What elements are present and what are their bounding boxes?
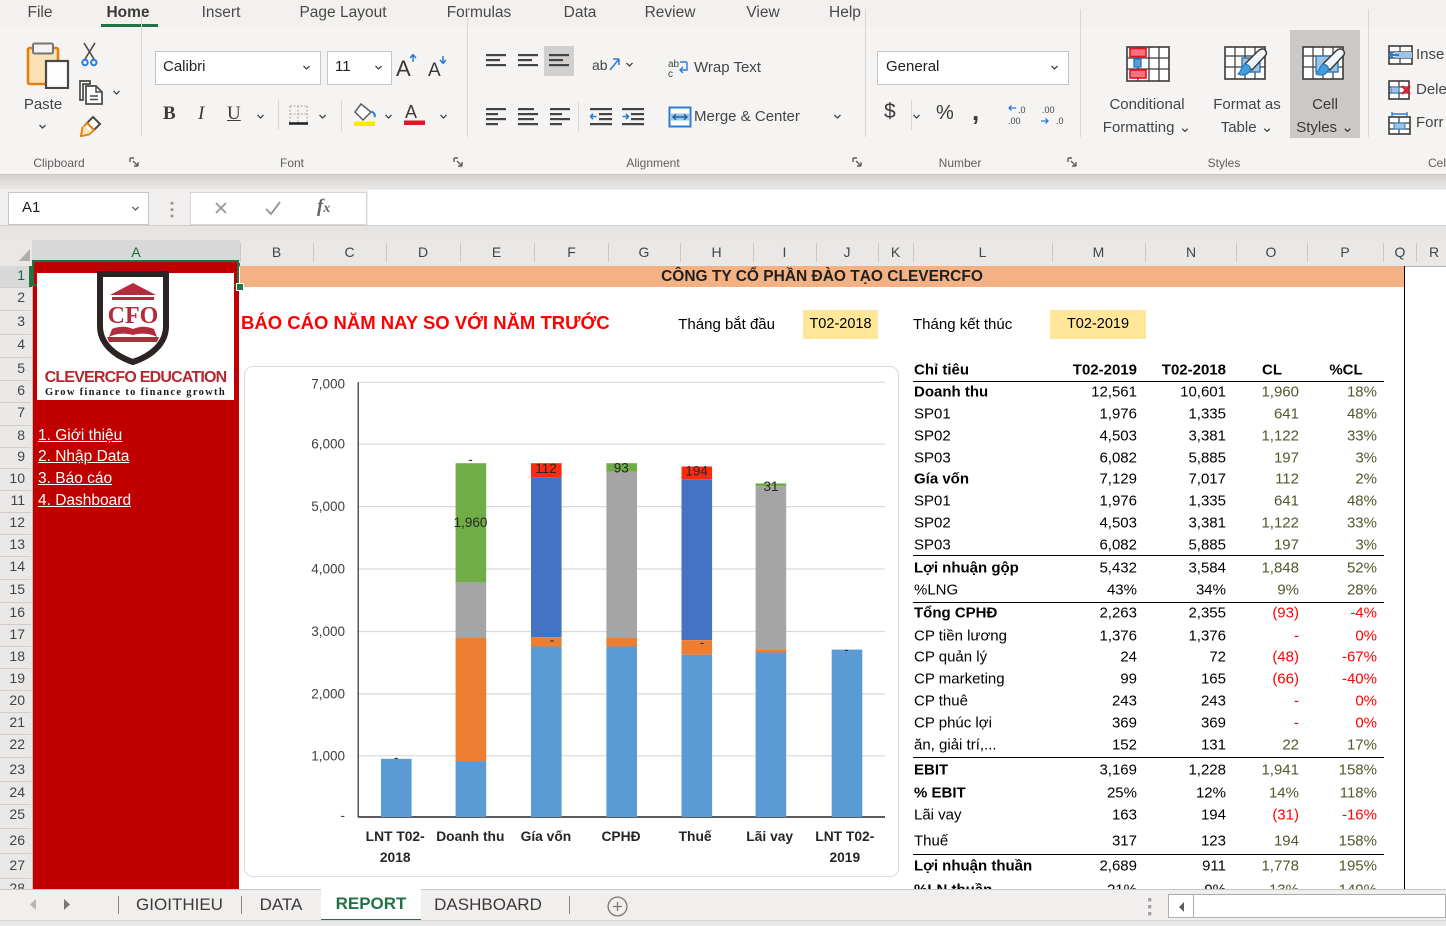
svg-text:4,000: 4,000 xyxy=(311,562,345,577)
svg-text:-: - xyxy=(700,635,705,650)
svg-text:ab: ab xyxy=(592,57,608,73)
svg-text:Gía vốn: Gía vốn xyxy=(521,829,572,844)
svg-text:194: 194 xyxy=(685,464,708,479)
svg-text:A: A xyxy=(428,60,441,81)
svg-text:c: c xyxy=(668,69,673,78)
svg-text:-: - xyxy=(394,750,399,765)
svg-text:LNT T02-: LNT T02- xyxy=(366,829,425,844)
svg-text:3,000: 3,000 xyxy=(311,624,345,639)
svg-text:LNT T02-: LNT T02- xyxy=(815,829,874,844)
svg-text:CFO: CFO xyxy=(108,303,159,329)
svg-text:5,000: 5,000 xyxy=(311,499,345,514)
svg-text:7,000: 7,000 xyxy=(311,376,345,391)
svg-text:6,000: 6,000 xyxy=(311,437,345,452)
svg-text:1,000: 1,000 xyxy=(311,748,345,763)
svg-text:31: 31 xyxy=(763,479,778,494)
svg-text:-: - xyxy=(341,808,346,823)
svg-text:93: 93 xyxy=(614,461,629,476)
svg-text:2019: 2019 xyxy=(829,850,860,865)
svg-text:-: - xyxy=(550,633,555,648)
svg-text:2,000: 2,000 xyxy=(311,686,345,701)
svg-text:Thuế: Thuế xyxy=(679,829,712,844)
svg-text:.00: .00 xyxy=(1042,105,1055,115)
svg-text:-: - xyxy=(844,642,849,657)
svg-text:A: A xyxy=(396,56,411,81)
svg-text:1,960: 1,960 xyxy=(454,515,488,530)
svg-text:CPHĐ: CPHĐ xyxy=(601,829,640,844)
svg-text:2018: 2018 xyxy=(380,850,411,865)
svg-text:112: 112 xyxy=(535,461,557,476)
svg-text:.0: .0 xyxy=(1056,116,1064,126)
svg-text:.0: .0 xyxy=(1018,105,1026,115)
svg-text:Doanh thu: Doanh thu xyxy=(436,829,504,844)
svg-text:Lãi vay: Lãi vay xyxy=(746,829,793,844)
svg-text:A: A xyxy=(405,102,417,122)
svg-text:.00: .00 xyxy=(1008,116,1021,126)
svg-text:-: - xyxy=(468,452,473,467)
